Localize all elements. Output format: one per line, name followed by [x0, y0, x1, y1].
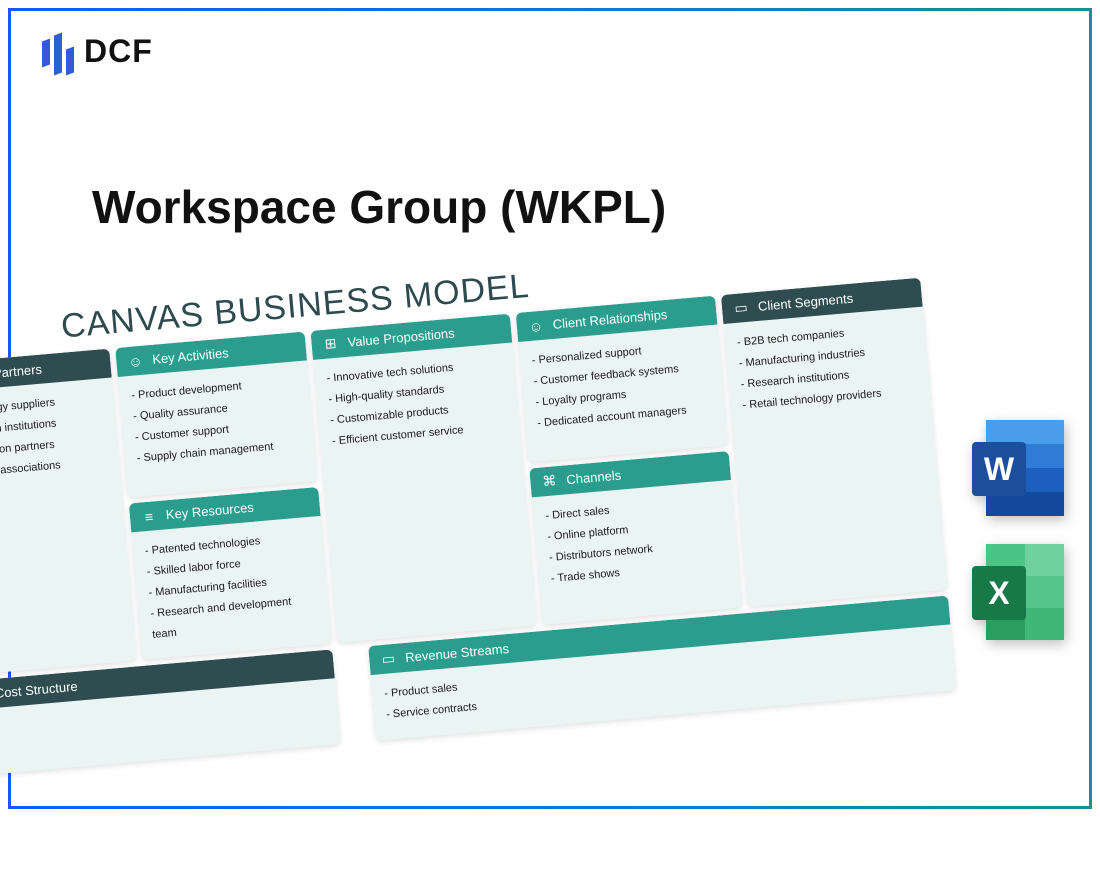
box-label: Revenue Streams	[405, 641, 510, 665]
box-body: Product developmentQuality assuranceCust…	[118, 360, 318, 497]
id-card-icon: ▭	[731, 298, 751, 318]
canvas-box-channels: ⌘ Channels Direct salesOnline platformDis…	[529, 451, 742, 625]
canvas-box-value-propositions: ⊞ Value Propositions Innovative tech solu…	[310, 314, 537, 644]
network-icon: ⌘	[540, 472, 560, 492]
person-speak-icon: ☺	[126, 351, 146, 371]
box-label: Key Partners	[0, 362, 43, 383]
canvas-box-key-partners: ⚭Key Partners Technology suppliersResear…	[0, 349, 137, 677]
box-label: Cost Structure	[0, 679, 78, 701]
box-body: B2B tech companiesManufacturing industri…	[723, 307, 947, 608]
canvas-box-cost-structure: ⚙Cost Structure	[0, 650, 341, 777]
dcf-logo: DCF	[42, 28, 153, 74]
canvas-box-client-relationships: ☺ Client Relationships Personalized suppo…	[516, 296, 728, 463]
excel-letter: X	[972, 566, 1026, 620]
box-body: Patented technologiesSkilled labor force…	[131, 516, 331, 661]
box-body: Innovative tech solutionsHigh-quality st…	[313, 342, 537, 643]
business-model-canvas: CANVAS BUSINESS MODEL ⚭Key Partners Tech…	[0, 235, 945, 878]
canvas-box-key-activities: ☺ Key Activities Product developmentQuali…	[115, 332, 317, 498]
box-body: Direct salesOnline platformDistributors …	[532, 480, 742, 625]
word-letter: W	[972, 442, 1026, 496]
app-icons-column: W X	[972, 420, 1068, 640]
gift-icon: ⊞	[321, 334, 341, 354]
database-icon: ≡	[139, 507, 159, 527]
page-title: Workspace Group (WKPL)	[92, 180, 666, 234]
credit-card-icon: ▭	[379, 650, 399, 670]
logo-text: DCF	[84, 33, 153, 70]
box-label: Client Segments	[757, 291, 853, 314]
word-icon[interactable]: W	[972, 420, 1068, 516]
box-label: Key Resources	[165, 500, 254, 523]
canvas-box-client-segments: ▭ Client Segments B2B tech companiesManuf…	[721, 278, 948, 608]
logo-bars-icon	[42, 28, 74, 74]
box-body: Technology suppliersResearch institution…	[0, 378, 137, 677]
box-label: Channels	[566, 468, 622, 488]
excel-icon[interactable]: X	[972, 544, 1068, 640]
box-label: Key Activities	[152, 345, 230, 367]
box-label: Client Relationships	[552, 307, 668, 332]
box-label: Value Propositions	[347, 325, 455, 349]
box-body: Personalized supportCustomer feedback sy…	[518, 325, 728, 463]
canvas-box-key-resources: ≡ Key Resources Patented technologiesSkil…	[129, 487, 332, 660]
people-icon: ☺	[526, 316, 546, 336]
